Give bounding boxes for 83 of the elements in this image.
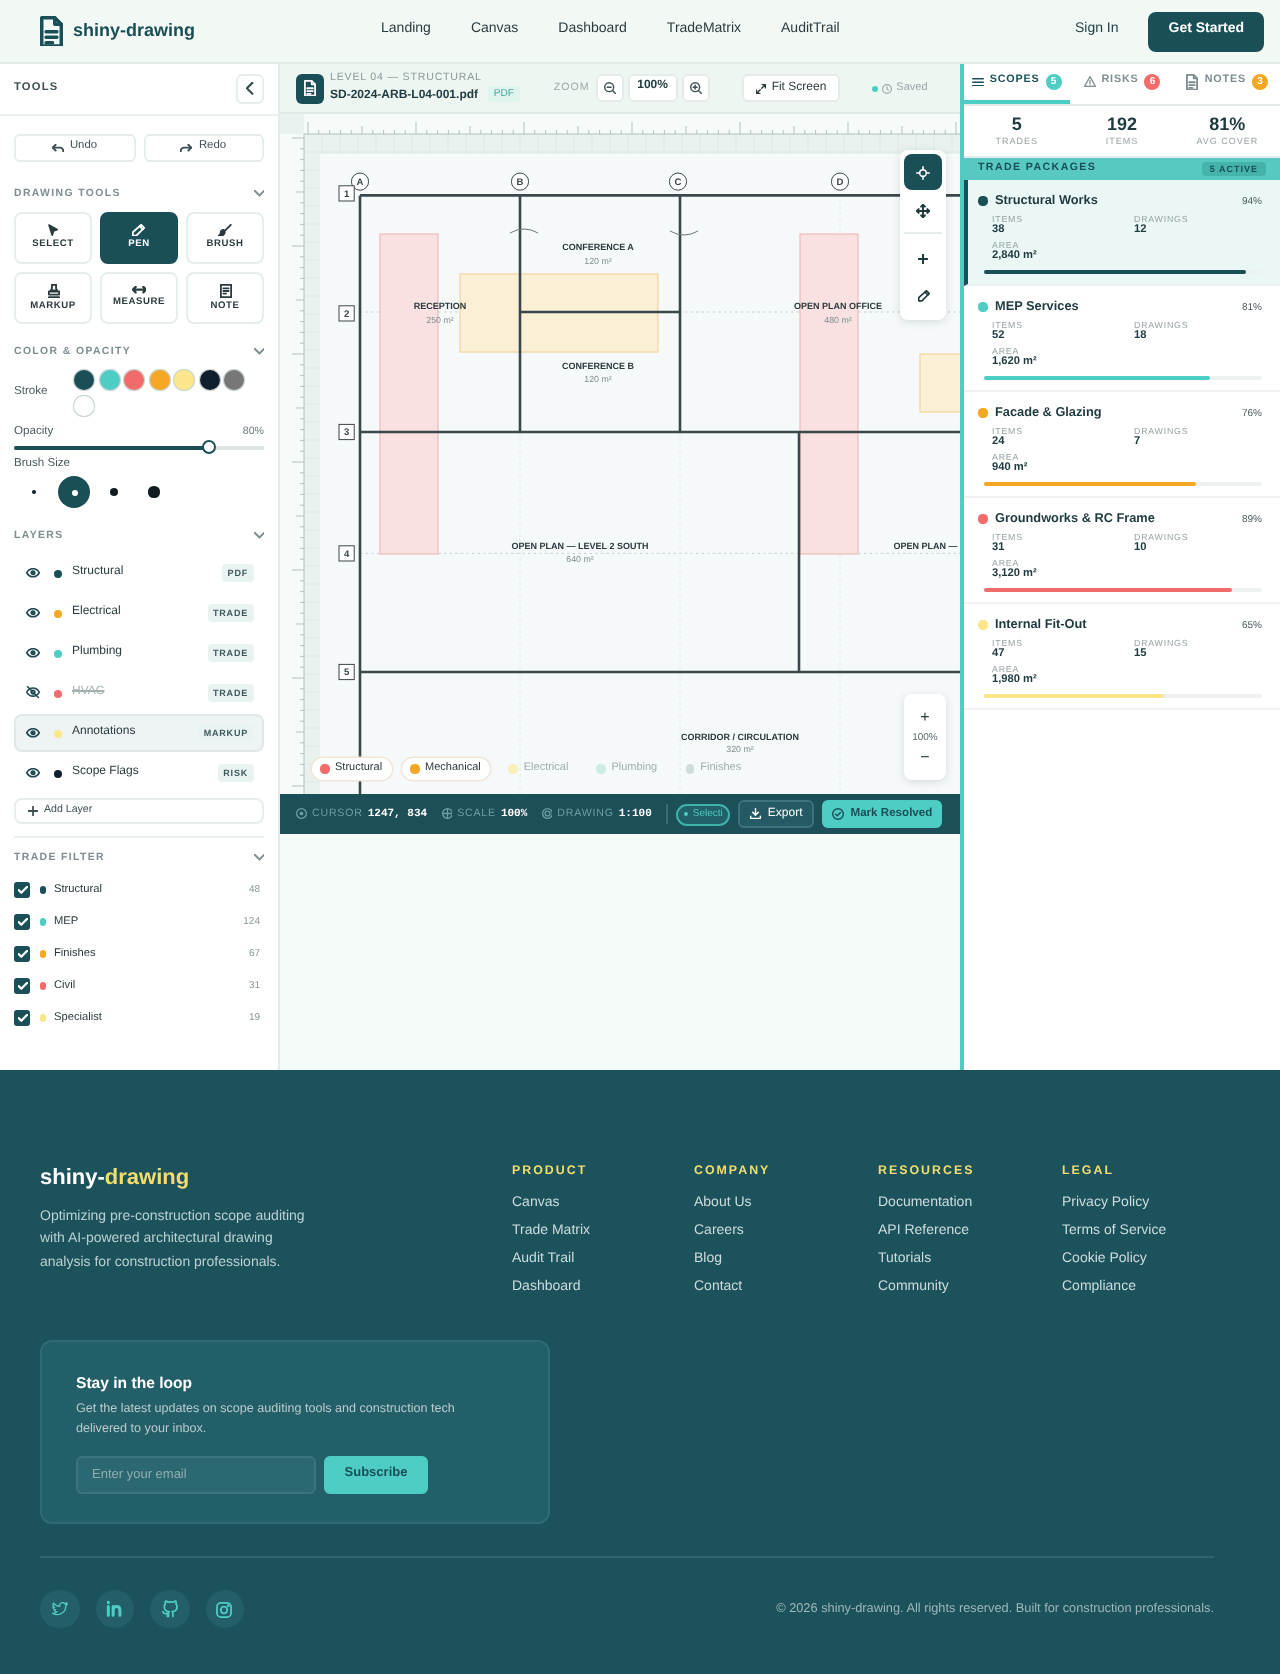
download-icon: [750, 808, 762, 820]
crosshair-icon: [441, 808, 453, 820]
social-link[interactable]: [150, 1589, 189, 1629]
chevron-down-icon[interactable]: [253, 854, 264, 862]
eye-icon[interactable]: [26, 608, 40, 618]
brush-icon: [218, 223, 232, 237]
brush-size-icon[interactable]: [58, 476, 90, 508]
brush-size-icon[interactable]: [148, 486, 160, 498]
swatch-icon[interactable]: [174, 370, 194, 390]
document-icon: [296, 73, 324, 103]
stat-value: 81%: [1209, 115, 1246, 134]
social-link[interactable]: [95, 1589, 134, 1629]
status-dot-icon: [872, 85, 879, 91]
eye-slash-icon[interactable]: [26, 686, 40, 700]
eye-icon[interactable]: [26, 728, 40, 738]
document-icon: [1186, 73, 1199, 91]
check-icon: [17, 982, 27, 990]
cat-icon: [161, 1600, 178, 1618]
ring-icon: [541, 808, 553, 820]
footer-brand: shiny-drawing: [40, 1164, 190, 1192]
zoom-in-button[interactable]: [681, 74, 710, 102]
plus-icon: [28, 806, 38, 816]
chevron-down-icon[interactable]: [253, 348, 264, 356]
bird-icon: [51, 1602, 68, 1616]
door-arc-icon: [509, 228, 539, 234]
zoom-in-button[interactable]: +: [920, 707, 930, 727]
eye-icon[interactable]: [26, 648, 40, 658]
expand-icon: [755, 83, 766, 93]
brush-size-icon[interactable]: [110, 488, 118, 496]
slider-thumb[interactable]: [202, 440, 217, 454]
undo-icon: [51, 143, 64, 153]
pencil-icon: [132, 223, 146, 237]
stat-value: 192: [1106, 115, 1138, 134]
redo-icon: [180, 143, 193, 153]
check-icon: [17, 886, 27, 894]
swatch-icon[interactable]: [74, 370, 94, 390]
double-arrow-icon: [131, 286, 147, 294]
chevron-down-icon[interactable]: [253, 190, 264, 198]
door-arc-icon: [669, 230, 699, 236]
plus-icon: [918, 253, 928, 263]
move-icon: [916, 203, 930, 217]
camera-icon: [216, 1601, 233, 1617]
check-icon: [17, 950, 27, 958]
zoom-out-button[interactable]: [595, 74, 624, 102]
collapse-button[interactable]: [236, 74, 264, 104]
list-icon: [971, 77, 984, 87]
chevron-down-icon[interactable]: [253, 532, 264, 540]
crosshair-icon: [916, 165, 930, 179]
eye-icon[interactable]: [26, 568, 40, 578]
swatch-icon[interactable]: [74, 396, 94, 416]
stat-value: 5: [1011, 115, 1022, 134]
stamp-icon: [47, 283, 59, 298]
checkbox[interactable]: [14, 946, 30, 962]
swatch-icon[interactable]: [199, 370, 219, 390]
target-icon: [296, 808, 307, 820]
social-link[interactable]: [40, 1589, 79, 1629]
eye-icon[interactable]: [26, 768, 40, 778]
checkbox[interactable]: [14, 914, 30, 930]
zoom-out-button[interactable]: −: [920, 747, 930, 767]
swatch-icon[interactable]: [224, 370, 244, 390]
checkbox[interactable]: [14, 882, 30, 898]
note-icon: [219, 283, 231, 298]
pencil-icon: [917, 290, 929, 302]
checkbox[interactable]: [14, 978, 30, 994]
social-link[interactable]: [205, 1589, 244, 1629]
check-circle-icon: [832, 808, 845, 820]
chevron-left-icon: [246, 82, 254, 96]
clock-icon: [882, 83, 893, 93]
check-icon: [17, 1014, 27, 1022]
brand-link[interactable]: shiny-drawing: [40, 15, 196, 47]
warning-icon: [1083, 76, 1096, 88]
swatch-icon[interactable]: [124, 370, 144, 390]
swatch-icon[interactable]: [149, 370, 169, 390]
zoom-in-icon: [689, 81, 703, 95]
checkbox[interactable]: [14, 1010, 30, 1026]
swatch-icon[interactable]: [99, 370, 119, 390]
status-dot-icon: [683, 811, 689, 817]
in-logo-icon: [106, 1600, 123, 1618]
check-icon: [17, 918, 27, 926]
canvas-tool-button[interactable]: [904, 154, 942, 190]
document-icon: [40, 15, 63, 47]
zoom-out-icon: [603, 81, 617, 95]
pointer-icon: [47, 223, 59, 237]
